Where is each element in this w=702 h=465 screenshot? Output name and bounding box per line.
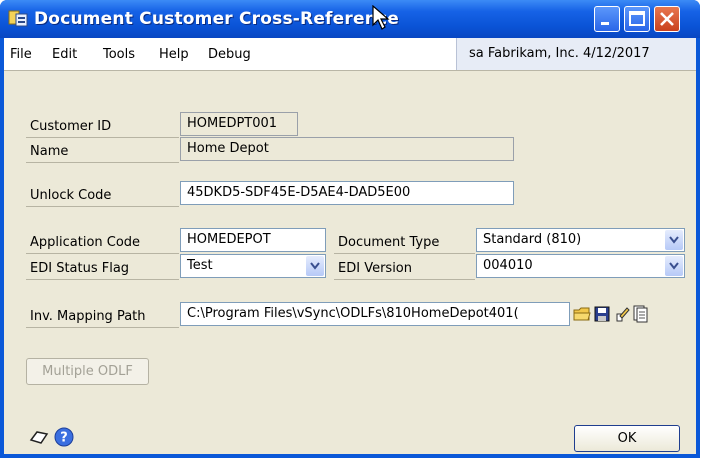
maximize-icon <box>629 11 645 26</box>
name-label: Name <box>26 141 179 163</box>
document-icon <box>633 305 648 323</box>
name-field: Home Depot <box>180 137 514 161</box>
note-icon[interactable] <box>28 426 50 448</box>
help-icon[interactable]: ? <box>53 426 75 448</box>
mouse-pointer-icon <box>372 5 390 30</box>
menu-file[interactable]: File <box>10 47 32 62</box>
view-document-button[interactable] <box>630 304 650 324</box>
minimize-icon <box>601 22 609 25</box>
chevron-down-icon[interactable] <box>665 230 683 250</box>
edi-version-value: 004010 <box>483 258 533 273</box>
title-bar[interactable]: Document Customer Cross-Reference <box>0 0 700 38</box>
menu-debug[interactable]: Debug <box>208 47 251 62</box>
edi-version-label: EDI Version <box>334 258 475 280</box>
multiple-odlf-button[interactable]: Multiple ODLF <box>26 358 149 385</box>
edi-version-dropdown[interactable]: 004010 <box>476 254 685 278</box>
customer-id-field: HOMEDPT001 <box>180 112 298 136</box>
chevron-down-icon[interactable] <box>306 256 324 276</box>
save-icon <box>594 306 610 322</box>
unlock-code-input[interactable]: 45DKD5-SDF45E-D5AE4-DAD5E00 <box>180 181 514 205</box>
svg-text:?: ? <box>60 431 68 446</box>
browse-folder-button[interactable] <box>572 304 592 324</box>
app-icon <box>8 10 28 27</box>
application-code-label: Application Code <box>26 232 179 254</box>
minimize-button[interactable] <box>594 6 620 32</box>
edit-path-button[interactable] <box>612 304 632 324</box>
menu-tools[interactable]: Tools <box>103 47 135 62</box>
status-info: sa Fabrikam, Inc. 4/12/2017 <box>456 38 696 70</box>
save-path-button[interactable] <box>592 304 612 324</box>
menu-help[interactable]: Help <box>159 47 189 62</box>
ok-button[interactable]: OK <box>574 425 680 452</box>
window-client: File Edit Tools Help Debug sa Fabrikam, … <box>4 38 696 454</box>
form-area: Customer ID HOMEDPT001 Name Home Depot U… <box>4 71 696 454</box>
unlock-code-label: Unlock Code <box>26 185 179 207</box>
edi-status-flag-dropdown[interactable]: Test <box>180 254 326 278</box>
menu-bar: File Edit Tools Help Debug sa Fabrikam, … <box>4 38 696 71</box>
chevron-down-icon[interactable] <box>665 256 683 276</box>
inv-mapping-path-label: Inv. Mapping Path <box>26 306 179 328</box>
document-type-dropdown[interactable]: Standard (810) <box>476 228 685 252</box>
inv-mapping-path-input[interactable]: C:\Program Files\vSync\ODLFs\810HomeDepo… <box>180 302 570 326</box>
document-type-label: Document Type <box>334 232 475 254</box>
customer-id-label: Customer ID <box>26 116 179 138</box>
close-button[interactable] <box>654 6 680 32</box>
window-title: Document Customer Cross-Reference <box>34 9 400 29</box>
application-code-input[interactable]: HOMEDEPOT <box>180 228 326 252</box>
menu-edit[interactable]: Edit <box>52 47 77 62</box>
close-icon <box>660 12 674 26</box>
edi-status-flag-label: EDI Status Flag <box>26 258 179 280</box>
window: Document Customer Cross-Reference File E… <box>0 0 700 458</box>
edit-icon <box>616 307 630 322</box>
maximize-button[interactable] <box>624 6 650 32</box>
document-type-value: Standard (810) <box>483 232 582 247</box>
edi-status-flag-value: Test <box>187 258 213 273</box>
folder-icon <box>573 307 591 321</box>
